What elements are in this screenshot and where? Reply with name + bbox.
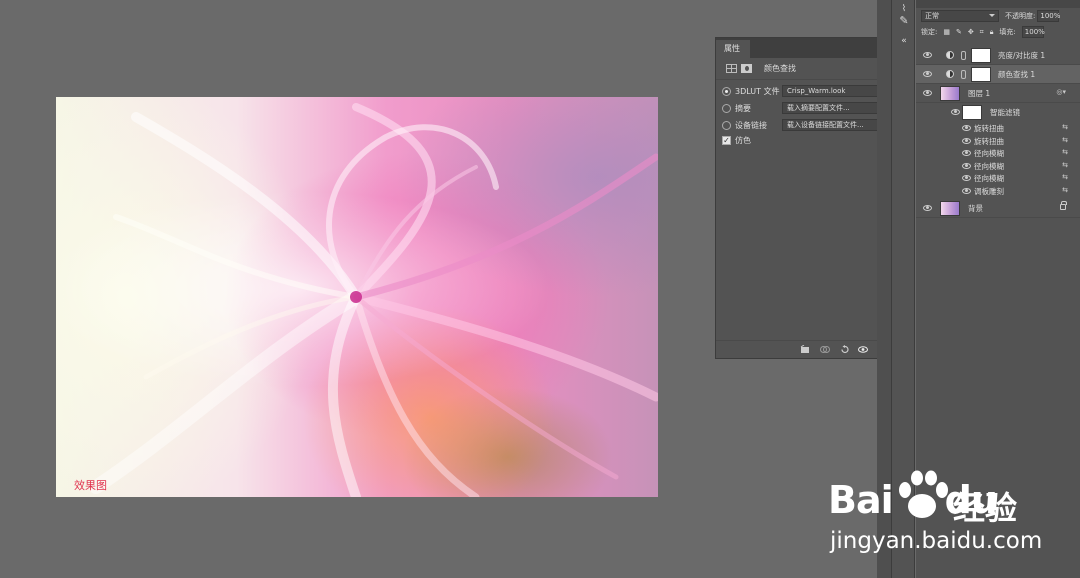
filter-options-icon[interactable]: ⇆	[1062, 173, 1068, 181]
adjustment-grid-icon[interactable]	[726, 64, 737, 73]
filter-options-icon[interactable]: ⇆	[1062, 123, 1068, 131]
photoshop-workspace: 效果图 属性 颜色查找 3DLUT 文件 Crisp_Warm.look 摘要 …	[0, 0, 1080, 578]
filter-row[interactable]: 旋转扭曲 ⇆	[916, 122, 1080, 135]
filter-name: 径向模糊	[974, 149, 1004, 158]
filter-row[interactable]: 调板雕刻 ⇆	[916, 185, 1080, 198]
visibility-eye-icon[interactable]	[951, 109, 960, 115]
layers-filter-bar[interactable]	[916, 0, 1080, 8]
watermark-logo-bai: Bai	[828, 478, 894, 522]
filter-options-icon[interactable]: ⇆	[1062, 186, 1068, 194]
radio-3dlut[interactable]	[722, 86, 731, 96]
row-abstract[interactable]: 摘要	[722, 101, 751, 115]
properties-title: 颜色查找	[764, 64, 796, 73]
smart-filters-label: 智能滤镜	[990, 108, 1020, 117]
visibility-eye-icon[interactable]	[923, 52, 932, 58]
mask-link-icon[interactable]	[961, 51, 966, 60]
layer-name: 图层 1	[968, 89, 991, 98]
lock-fill-row: 锁定: ▦ ✎ ✥ ⌗ 🔒︎ 填充: 100%	[916, 24, 1080, 40]
layer-row-background[interactable]: 背景	[916, 199, 1080, 218]
row-dither-label: 仿色	[735, 135, 751, 145]
lock-artboard-icon[interactable]: ⌗	[980, 28, 984, 37]
filter-name: 调板雕刻	[974, 187, 1004, 196]
paw-icon	[899, 470, 948, 518]
reset-icon[interactable]	[840, 345, 850, 354]
smart-object-icon: ◎▾	[1056, 88, 1066, 96]
mask-link-icon[interactable]	[961, 70, 966, 79]
watermark-cn-text: 经验	[953, 489, 1018, 527]
filter-options-icon[interactable]: ⇆	[1062, 161, 1068, 169]
fill-label: 填充:	[999, 28, 1016, 36]
lock-pixels-icon[interactable]: ✎	[956, 28, 962, 36]
visibility-eye-icon[interactable]	[923, 90, 932, 96]
blend-opacity-row: 正常 不透明度: 100%	[916, 8, 1080, 24]
layer-thumbnail[interactable]	[940, 86, 960, 101]
visibility-eye-icon[interactable]	[962, 175, 971, 181]
visibility-eye-icon[interactable]	[923, 205, 932, 211]
layer-name: 背景	[968, 204, 983, 213]
select-device-link[interactable]: 载入设备链接配置文件...	[782, 119, 892, 131]
select-3dlut[interactable]: Crisp_Warm.look	[782, 85, 892, 97]
lock-label: 锁定:	[921, 28, 938, 36]
filter-row[interactable]: 径向模糊 ⇆	[916, 172, 1080, 185]
radio-abstract[interactable]	[722, 103, 731, 113]
baidu-jingyan-watermark: Bai du 经验 jingyan.baidu.com	[828, 470, 1078, 574]
visibility-eye-icon[interactable]	[962, 150, 971, 156]
filter-name: 旋转扭曲	[974, 137, 1004, 146]
filter-row[interactable]: 旋转扭曲 ⇆	[916, 135, 1080, 148]
row-device-link[interactable]: 设备链接	[722, 118, 767, 132]
visibility-icon[interactable]	[858, 345, 868, 354]
filter-name: 径向模糊	[974, 174, 1004, 183]
filter-options-icon[interactable]: ⇆	[1062, 136, 1068, 144]
lock-all-icon[interactable]: 🔒︎	[990, 28, 994, 37]
opacity-label: 不透明度:	[1005, 12, 1036, 20]
view-previous-icon[interactable]	[820, 345, 830, 354]
filter-name: 径向模糊	[974, 162, 1004, 171]
radio-device-link[interactable]	[722, 120, 731, 130]
filter-options-icon[interactable]: ⇆	[1062, 148, 1068, 156]
dock-expand-icon[interactable]: «	[897, 34, 911, 48]
layer-mask-thumbnail[interactable]	[971, 48, 991, 63]
adjustment-layer-icon	[946, 51, 954, 59]
mask-icon[interactable]	[741, 64, 752, 73]
select-abstract[interactable]: 载入摘要配置文件...	[782, 102, 892, 114]
row-3dlut-label: 3DLUT 文件	[735, 86, 780, 96]
layer-row-color-lookup[interactable]: 颜色查找 1	[916, 65, 1080, 84]
layer-row-smart-filters[interactable]: 智能滤镜	[916, 103, 1080, 122]
layer-name: 亮度/对比度 1	[998, 51, 1046, 60]
watermark-url: jingyan.baidu.com	[830, 528, 1043, 554]
visibility-eye-icon[interactable]	[962, 188, 971, 194]
lock-icon	[1060, 201, 1067, 210]
layer-name: 颜色查找 1	[998, 70, 1036, 79]
tab-properties[interactable]: 属性	[716, 40, 750, 58]
filter-name: 旋转扭曲	[974, 124, 1004, 133]
clip-to-layer-icon[interactable]	[800, 345, 810, 354]
filter-mask-thumbnail[interactable]	[962, 105, 982, 120]
blend-mode-select[interactable]: 正常	[921, 10, 999, 22]
filter-row[interactable]: 径向模糊 ⇆	[916, 160, 1080, 173]
visibility-eye-icon[interactable]	[923, 71, 932, 77]
checkbox-dither[interactable]: ✓	[722, 135, 731, 145]
row-device-link-label: 设备链接	[735, 120, 767, 130]
row-abstract-label: 摘要	[735, 103, 751, 113]
adjustment-layer-icon	[946, 70, 954, 78]
brush-icon[interactable]: ✎	[897, 14, 911, 28]
visibility-eye-icon[interactable]	[962, 138, 971, 144]
visibility-eye-icon[interactable]	[962, 163, 971, 169]
lock-transparency-icon[interactable]: ▦	[943, 28, 950, 36]
canvas-caption: 效果图	[74, 479, 107, 492]
layer-mask-thumbnail[interactable]	[971, 67, 991, 82]
layer-row-brightness[interactable]: 亮度/对比度 1	[916, 46, 1080, 65]
filter-row[interactable]: 径向模糊 ⇆	[916, 147, 1080, 160]
document-canvas[interactable]: 效果图	[56, 97, 658, 497]
lock-position-icon[interactable]: ✥	[968, 28, 974, 36]
swirl-artwork	[89, 103, 658, 497]
fill-field[interactable]: 100%	[1021, 26, 1045, 38]
opacity-field[interactable]: 100%	[1037, 10, 1060, 22]
visibility-eye-icon[interactable]	[962, 125, 971, 131]
layer-row-layer1[interactable]: 图层 1 ◎▾	[916, 84, 1080, 103]
layer-thumbnail[interactable]	[940, 201, 960, 216]
row-dither[interactable]: ✓ 仿色	[722, 133, 751, 147]
row-3dlut[interactable]: 3DLUT 文件	[722, 84, 780, 98]
